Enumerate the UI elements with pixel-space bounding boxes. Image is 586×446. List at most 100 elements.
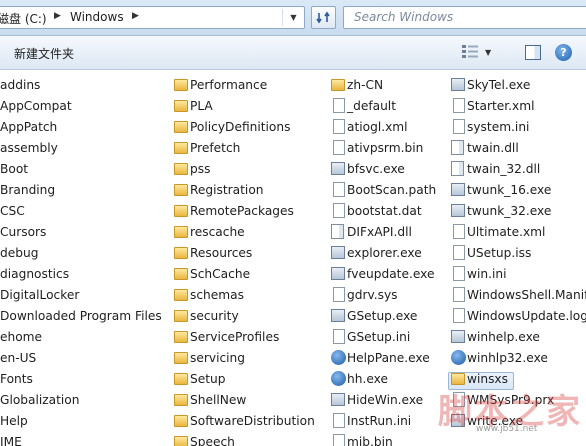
file-icon (451, 414, 465, 427)
file-item-label: PolicyDefinitions (190, 120, 291, 134)
folder-icon (451, 373, 465, 385)
file-item-label: write.exe (467, 414, 524, 428)
new-folder-button[interactable]: 新建文件夹 (14, 45, 74, 62)
file-item-label: BootScan.path (347, 183, 437, 197)
file-item-label: Cursors (0, 225, 47, 239)
file-item-label: explorer.exe (347, 246, 422, 260)
folder-icon (174, 163, 188, 175)
file-item-label: assembly (0, 141, 58, 155)
file-item-label: hh.exe (347, 372, 388, 386)
file-icon (333, 182, 345, 197)
help-icon[interactable]: ? (555, 44, 572, 61)
file-item-label: ativpsrm.bin (347, 141, 424, 155)
search-input[interactable]: Search Windows (343, 6, 586, 29)
folder-icon (174, 331, 188, 343)
file-icon (331, 350, 346, 365)
file-icon (453, 308, 465, 323)
views-dropdown-icon[interactable]: ▼ (485, 48, 491, 57)
file-item-label: GSetup.ini (347, 330, 411, 344)
folder-icon (174, 352, 188, 364)
preview-pane-icon[interactable] (525, 45, 541, 60)
file-item-label: Registration (190, 183, 264, 197)
file-item-label: HelpPane.exe (347, 351, 430, 365)
folder-icon (174, 373, 188, 385)
command-bar: 新建文件夹 ▼ ? (0, 36, 586, 70)
views-icon[interactable] (462, 45, 478, 59)
file-item-label: Resources (190, 246, 253, 260)
file-item-label: debug (0, 246, 39, 260)
folder-icon (174, 415, 188, 427)
file-item-label: en-US (0, 351, 37, 365)
file-item-label: servicing (190, 351, 246, 365)
folder-icon (331, 79, 345, 91)
file-item-label: winhelp.exe (467, 330, 540, 344)
file-item-label: Branding (0, 183, 56, 197)
file-icon (453, 392, 465, 407)
folder-icon (174, 394, 188, 406)
file-item-label: WindowsUpdate.log (467, 309, 586, 323)
breadcrumb-chevron-icon[interactable]: ▶ (54, 11, 61, 21)
file-item-label: Help (0, 414, 28, 428)
folder-icon (174, 289, 188, 301)
file-item-label: ServiceProfiles (190, 330, 280, 344)
file-item-label: SoftwareDistribution (190, 414, 315, 428)
file-item-label: diagnostics (0, 267, 70, 281)
file-icon (451, 161, 464, 176)
file-item-label: win.ini (467, 267, 507, 281)
file-icon (451, 350, 466, 365)
file-icon (331, 371, 346, 386)
file-item-label: AppCompat (0, 99, 72, 113)
file-item-label: fveupdate.exe (347, 267, 435, 281)
file-item-label: rescache (190, 225, 245, 239)
address-bar-row: 磁盘 (C:) ▶ Windows ▶ ▼ Search Windows (0, 0, 586, 36)
file-item-label: DigitalLocker (0, 288, 80, 302)
search-placeholder: Search Windows (354, 10, 454, 24)
file-item-label: _default (347, 99, 396, 113)
refresh-icon (316, 11, 330, 24)
file-item-label: bfsvc.exe (347, 162, 405, 176)
file-item-label: WindowsShell.Manifest (467, 288, 586, 302)
file-icon (333, 287, 345, 302)
file-item-label: Boot (0, 162, 29, 176)
folder-icon (174, 436, 188, 446)
file-item-label: twunk_32.exe (467, 204, 552, 218)
file-icon (333, 329, 345, 344)
file-item-label: CSC (0, 204, 25, 218)
file-item-label: pss (190, 162, 211, 176)
file-item-label: system.ini (467, 120, 530, 134)
file-item-label: Starter.xml (467, 99, 535, 113)
folder-icon (174, 79, 188, 91)
file-item-label: ShellNew (190, 393, 247, 407)
file-icon (331, 246, 345, 259)
file-item-label: PLA (190, 99, 213, 113)
file-item-label: schemas (190, 288, 244, 302)
address-bar[interactable]: 磁盘 (C:) ▶ Windows ▶ ▼ (0, 6, 305, 29)
file-icon (453, 266, 465, 281)
breadcrumb-drive[interactable]: 磁盘 (C:) (0, 10, 47, 27)
address-dropdown-icon[interactable]: ▼ (282, 9, 304, 26)
breadcrumb-windows[interactable]: Windows (70, 10, 124, 24)
folder-icon (174, 268, 188, 280)
file-item-label: twunk_16.exe (467, 183, 552, 197)
file-item-label: Setup (190, 372, 226, 386)
file-icon (451, 140, 464, 155)
breadcrumb-chevron-icon[interactable]: ▶ (132, 11, 139, 21)
file-icon (331, 162, 345, 175)
file-item-label: Performance (190, 78, 268, 92)
file-item-label: bootstat.dat (347, 204, 422, 218)
file-icon (451, 183, 465, 196)
file-item-label: winhlp32.exe (467, 351, 548, 365)
refresh-button[interactable] (311, 6, 336, 29)
file-icon (333, 203, 345, 218)
file-icon (333, 119, 345, 134)
file-item-label: twain_32.dll (467, 162, 541, 176)
folder-icon (174, 121, 188, 133)
file-icon (453, 119, 465, 134)
file-item-label: HideWin.exe (347, 393, 424, 407)
file-item-label: Ultimate.xml (467, 225, 546, 239)
file-item-label: AppPatch (0, 120, 58, 134)
file-icon (453, 224, 465, 239)
file-item-label: security (190, 309, 239, 323)
file-icon (333, 413, 345, 428)
file-icon (331, 267, 345, 280)
